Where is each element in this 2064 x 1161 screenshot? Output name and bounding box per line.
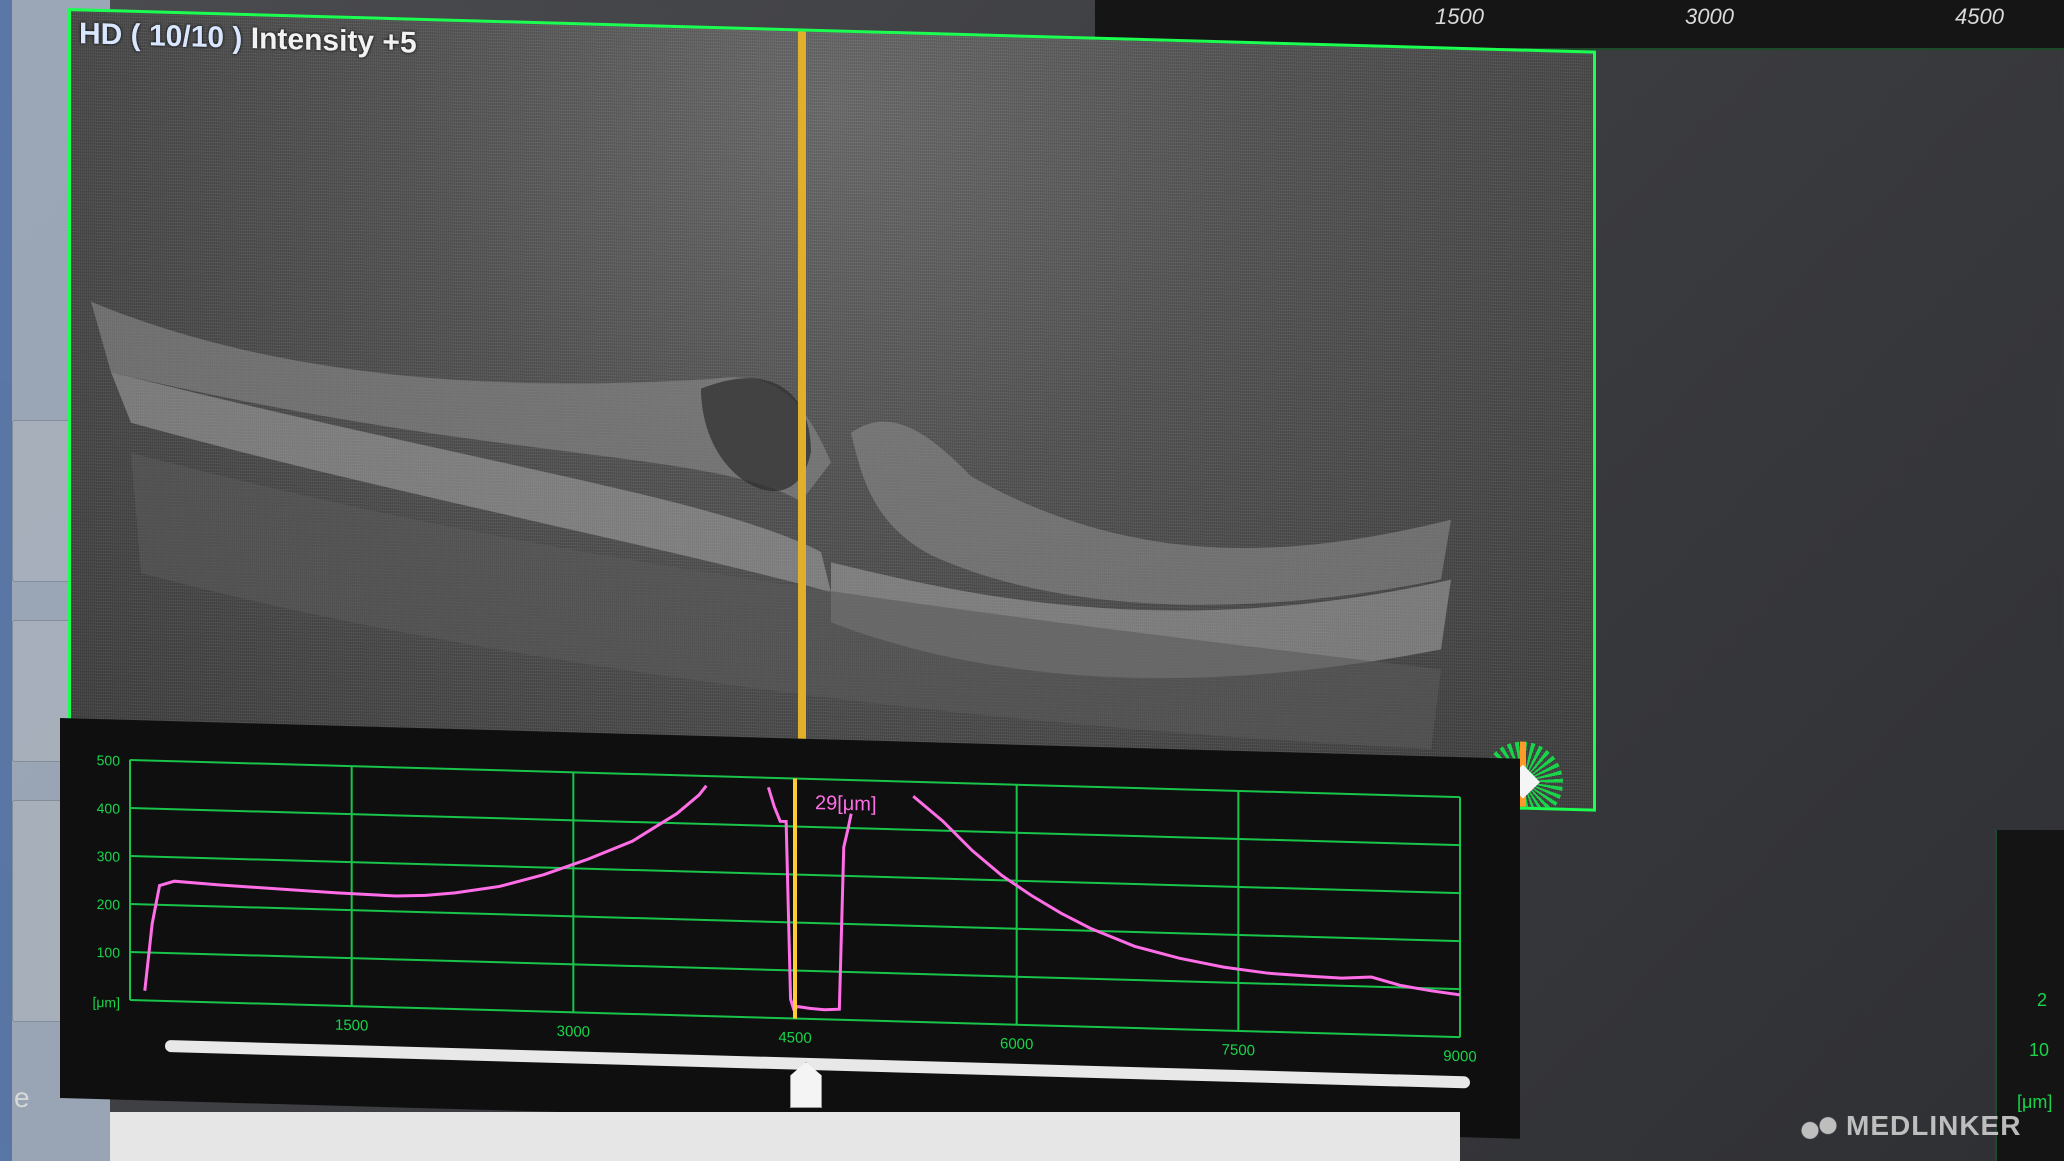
thickness-readout: 29[μm] [815, 792, 877, 816]
x-tick-label: 4500 [778, 1029, 811, 1047]
watermark-text: MEDLINKER [1846, 1110, 2022, 1141]
thickness-series-line [143, 784, 708, 991]
thickness-profile-chart[interactable]: 500 400 300 200 100 1500 3000 4500 6000 7500 9000 [… [60, 718, 1520, 1089]
retina-layers [91, 301, 1451, 750]
scan-cursor-line[interactable] [798, 31, 806, 787]
top-ruler-tick: 3000 [1685, 4, 1734, 29]
thickness-series-line [766, 786, 853, 1012]
y-tick-label: 400 [97, 800, 121, 817]
y-tick-label: 100 [97, 944, 121, 961]
scan-mode-label: HD ( 10/10 ) [79, 17, 243, 55]
watermark: MEDLINKER [1798, 1110, 2021, 1142]
thickness-series-line [912, 795, 1461, 997]
x-tick-label: 7500 [1222, 1041, 1255, 1059]
toolbar-label: e [14, 1082, 30, 1113]
secondary-tick: [μm] [2017, 1092, 2053, 1112]
top-ruler-tick: 4500 [1955, 4, 2004, 29]
oct-scan-image[interactable]: HD ( 10/10 ) Intensity +5 [68, 8, 1596, 812]
top-ruler-tick: 1500 [1435, 4, 1484, 29]
x-tick-label: 3000 [557, 1023, 590, 1041]
secondary-tick: 2 [2037, 990, 2048, 1010]
medlinker-logo-icon [1798, 1115, 1838, 1140]
secondary-tick: 10 [2029, 1040, 2050, 1060]
y-tick-label: 200 [97, 896, 121, 913]
y-tick-label: 300 [97, 848, 121, 865]
y-tick-label: 500 [97, 752, 121, 769]
y-axis-label: [μm] [92, 994, 120, 1011]
x-tick-label: 6000 [1000, 1035, 1033, 1053]
x-tick-label: 9000 [1443, 1048, 1476, 1066]
x-tick-label: 1500 [335, 1017, 368, 1035]
scan-intensity-label: Intensity +5 [250, 22, 417, 60]
status-strip [110, 1112, 1460, 1161]
